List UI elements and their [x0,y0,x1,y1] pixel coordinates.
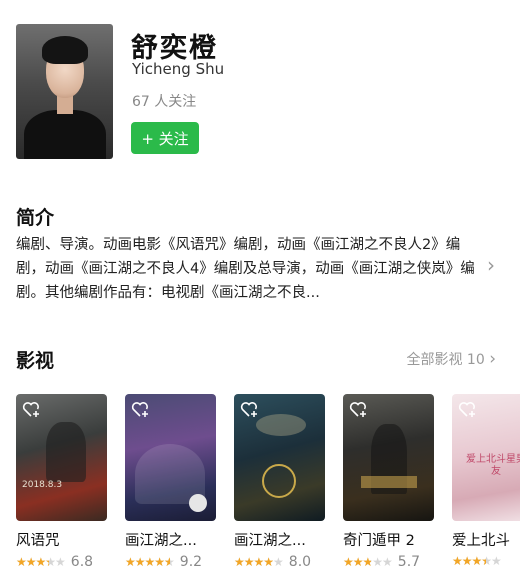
work-item[interactable]: 2018.8.3 风语咒 ★★★★★★★★★★ 6.8 [16,394,107,570]
add-favorite-icon[interactable] [240,400,260,418]
add-favorite-icon[interactable] [458,400,478,418]
work-rating: ★★★★★★★★★★ 6.8 [16,554,107,570]
work-rating: ★★★★★★★★★★ 5.7 [343,554,434,570]
add-favorite-icon[interactable] [131,400,151,418]
work-title[interactable]: 画江湖之... [234,529,325,550]
rating-stars: ★★★★★★★★★★ [125,555,175,569]
rating-stars: ★★★★★★★★★★ [452,554,502,568]
all-works-link[interactable]: 全部影视 10 › [406,349,496,369]
rating-score: 9.2 [179,554,203,570]
poster-hat-shape [256,414,306,436]
poster-logo-shape [189,494,207,512]
poster-title-art-shape [361,476,417,488]
work-title[interactable]: 爱上北斗 [452,529,520,550]
intro-chevron-right-icon[interactable]: › [487,255,495,275]
rating-stars: ★★★★★★★★★★ [343,555,393,569]
celebrity-page: 舒奕橙 Yicheng Shu 67 人关注 + 关注 简介 编剧、导演。动画电… [0,0,520,581]
work-item[interactable]: 画江湖之... ★★★★★★★★★★ 8.0 [234,394,325,570]
rating-score: 6.8 [70,554,94,570]
work-poster[interactable]: 2018.8.3 [16,394,107,521]
work-poster[interactable]: 爱上北斗星男友 [452,394,520,521]
avatar-body-shape [24,110,106,159]
intro-title: 简介 [16,207,55,229]
follower-count: 67 人关注 [132,94,197,110]
poster-title-text: 爱上北斗星男友 [466,454,520,477]
works-title: 影视 [16,350,55,372]
chevron-right-icon: › [489,349,496,369]
work-item[interactable]: 奇门遁甲 2 ★★★★★★★★★★ 5.7 [343,394,434,570]
add-favorite-icon[interactable] [349,400,369,418]
avatar-hair-shape [42,36,88,64]
poster-date-text: 2018.8.3 [22,480,63,490]
works-list: 2018.8.3 风语咒 ★★★★★★★★★★ 6.8 画江湖之... [16,394,520,574]
work-rating: ★★★★★★★★★★ [452,554,520,568]
follow-button[interactable]: + 关注 [131,122,199,154]
work-item[interactable]: 爱上北斗星男友 爱上北斗 ★★★★★★★★★★ [452,394,520,568]
rating-stars: ★★★★★★★★★★ [234,555,284,569]
intro-text[interactable]: 编剧、导演。动画电影《风语咒》编剧，动画《画江湖之不良人2》编剧，动画《画江湖之… [16,233,476,305]
work-title[interactable]: 风语咒 [16,529,107,550]
rating-stars: ★★★★★★★★★★ [16,555,66,569]
poster-emblem-shape [262,464,296,498]
rating-score: 8.0 [288,554,312,570]
all-works-label: 全部影视 10 [406,352,485,368]
work-item[interactable]: 画江湖之... ★★★★★ ★★★★★ 9.2 [125,394,216,570]
add-favorite-icon[interactable] [22,400,42,418]
work-rating: ★★★★★ ★★★★★ 9.2 [125,554,216,570]
work-poster[interactable] [234,394,325,521]
work-title[interactable]: 奇门遁甲 2 [343,529,434,550]
person-name-en: Yicheng Shu [132,60,225,78]
work-rating: ★★★★★★★★★★ 8.0 [234,554,325,570]
work-title[interactable]: 画江湖之... [125,529,216,550]
rating-score: 5.7 [397,554,421,570]
avatar[interactable] [16,24,113,159]
poster-figure-shape [46,422,86,482]
work-poster[interactable] [125,394,216,521]
work-poster[interactable] [343,394,434,521]
